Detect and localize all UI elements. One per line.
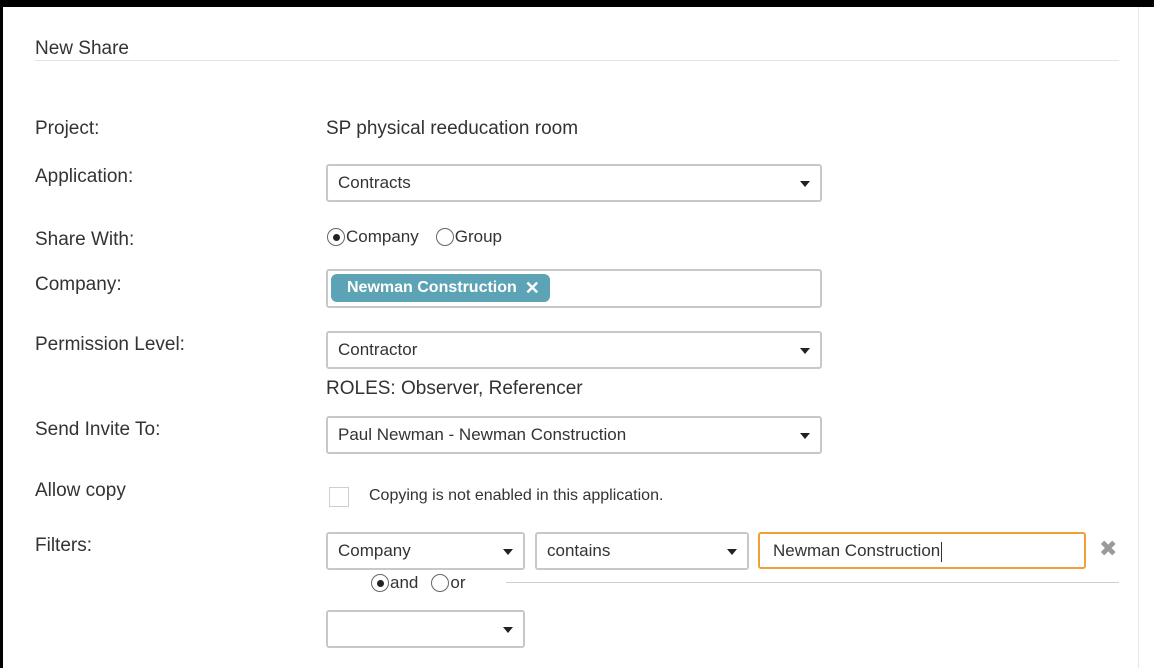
dialog-title: New Share	[35, 38, 129, 59]
project-value: SP physical reeducation room	[326, 118, 579, 139]
send-invite-to-label: Send Invite To:	[35, 419, 161, 440]
caret-down-icon	[800, 348, 810, 354]
application-label: Application:	[35, 166, 134, 187]
permission-level-selected-value: Contractor	[338, 340, 418, 359]
share-with-company-radio[interactable]	[327, 228, 345, 246]
close-icon[interactable]: ✕	[525, 279, 540, 297]
filter-value-text: Newman Construction	[773, 541, 941, 560]
filter-or-label[interactable]: or	[450, 573, 465, 593]
roles-text: ROLES: Observer, Referencer	[326, 378, 583, 399]
project-label: Project:	[35, 118, 100, 139]
send-invite-to-select[interactable]: Paul Newman - Newman Construction	[326, 416, 822, 454]
company-tag: Newman Construction ✕	[331, 274, 550, 302]
caret-down-icon	[727, 549, 737, 555]
filter-add-field-select[interactable]	[326, 610, 525, 648]
caret-down-icon	[503, 627, 513, 633]
filter-divider	[506, 582, 1119, 583]
allow-copy-note: Copying is not enabled in this applicati…	[369, 487, 664, 504]
caret-down-icon	[800, 181, 810, 187]
caret-down-icon	[800, 433, 810, 439]
window-frame-left	[0, 0, 3, 668]
allow-copy-label: Allow copy	[35, 480, 126, 501]
company-tag-label: Newman Construction	[347, 279, 517, 296]
filter-logic-radio-group: and or	[371, 573, 466, 593]
filter-and-radio[interactable]	[371, 574, 389, 592]
filter-field-select[interactable]: Company	[326, 532, 525, 570]
filter-field-value: Company	[338, 541, 411, 560]
application-select[interactable]: Contracts	[326, 164, 822, 202]
share-with-label: Share With:	[35, 229, 135, 250]
allow-copy-checkbox[interactable]	[329, 487, 349, 507]
caret-down-icon	[503, 549, 513, 555]
text-cursor	[941, 541, 943, 562]
share-with-radio-group: Company Group	[327, 227, 502, 247]
filters-label: Filters:	[35, 535, 92, 556]
permission-level-label: Permission Level:	[35, 334, 185, 355]
company-tag-input[interactable]: Newman Construction ✕	[326, 269, 822, 308]
title-divider	[35, 60, 1119, 61]
filter-or-radio[interactable]	[431, 574, 450, 592]
remove-filter-icon[interactable]: ✖	[1099, 538, 1119, 560]
share-with-group-label[interactable]: Group	[455, 227, 502, 247]
share-with-group-radio[interactable]	[435, 228, 454, 246]
send-invite-to-selected-value: Paul Newman - Newman Construction	[338, 425, 627, 444]
filter-and-label[interactable]: and	[390, 573, 418, 593]
window-frame-top	[0, 0, 1154, 7]
panel-right-border	[1138, 7, 1139, 668]
filter-operator-value: contains	[547, 541, 611, 560]
filter-value-input[interactable]: Newman Construction	[758, 532, 1086, 569]
filter-operator-select[interactable]: contains	[535, 532, 749, 570]
company-label: Company:	[35, 274, 122, 295]
application-selected-value: Contracts	[338, 173, 411, 192]
permission-level-select[interactable]: Contractor	[326, 331, 822, 369]
share-with-company-label[interactable]: Company	[346, 227, 419, 247]
